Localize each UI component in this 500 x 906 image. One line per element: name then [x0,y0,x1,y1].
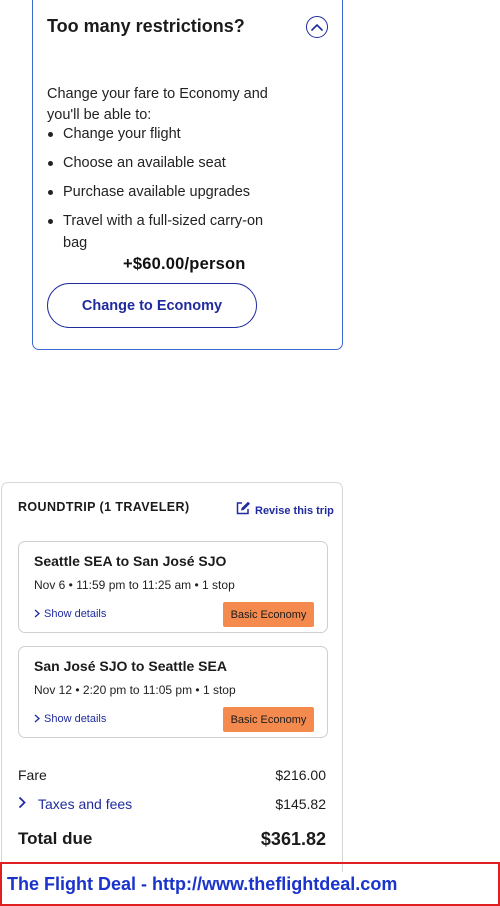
taxes-label: Taxes and fees [38,796,133,812]
total-due-value: $361.82 [260,829,326,849]
fare-label: Fare [18,767,47,783]
chevron-right-icon [34,605,40,623]
fare-class-badge: Basic Economy [223,707,314,732]
flight-segment-outbound: Seattle SEA to San José SJO Nov 6 • 11:5… [18,541,328,633]
show-details-label: Show details [44,608,107,620]
fare-value: $216.00 [275,767,326,783]
upgrade-price: +$60.00/person [123,255,246,273]
taxes-value: $145.82 [275,796,326,812]
segment-schedule: Nov 6 • 11:59 pm to 11:25 am • 1 stop [34,578,235,592]
total-due-label: Total due [18,829,93,848]
segment-schedule: Nov 12 • 2:20 pm to 11:05 pm • 1 stop [34,683,236,697]
show-details-link[interactable]: Show details [34,710,106,728]
benefit-item: Purchase available upgrades [47,181,277,203]
show-details-link[interactable]: Show details [34,605,106,623]
benefit-item: Travel with a full-sized carry-on bag [47,210,277,254]
benefit-item: Change your flight [47,123,277,145]
chevron-right-icon [34,710,40,728]
segment-route: Seattle SEA to San José SJO [34,553,227,569]
trip-summary-card: ROUNDTRIP (1 TRAVELER) Revise this trip … [1,482,343,872]
edit-icon [236,501,251,520]
segment-route: San José SJO to Seattle SEA [34,658,227,674]
revise-trip-link[interactable]: Revise this trip [236,501,334,520]
upsell-intro: Change your fare to Economy and you'll b… [47,86,268,123]
benefits-list: Change your flight Choose an available s… [47,123,277,261]
change-to-economy-button[interactable]: Change to Economy [47,283,257,328]
show-details-label: Show details [44,713,107,725]
fare-class-badge: Basic Economy [223,602,314,627]
chevron-up-icon[interactable] [306,16,328,38]
flight-segment-return: San José SJO to Seattle SEA Nov 12 • 2:2… [18,646,328,738]
chevron-right-icon [18,796,26,812]
benefit-item: Choose an available seat [47,152,277,174]
watermark-banner: The Flight Deal - http://www.theflightde… [0,862,500,906]
revise-trip-label: Revise this trip [255,504,334,517]
watermark-text: The Flight Deal - http://www.theflightde… [7,873,398,894]
trip-type-heading: ROUNDTRIP (1 TRAVELER) [18,500,190,514]
taxes-and-fees-toggle[interactable]: Taxes and fees [18,796,132,812]
fare-upsell-card: Too many restrictions? Change your fare … [32,0,343,350]
upsell-title: Too many restrictions? [47,16,245,36]
